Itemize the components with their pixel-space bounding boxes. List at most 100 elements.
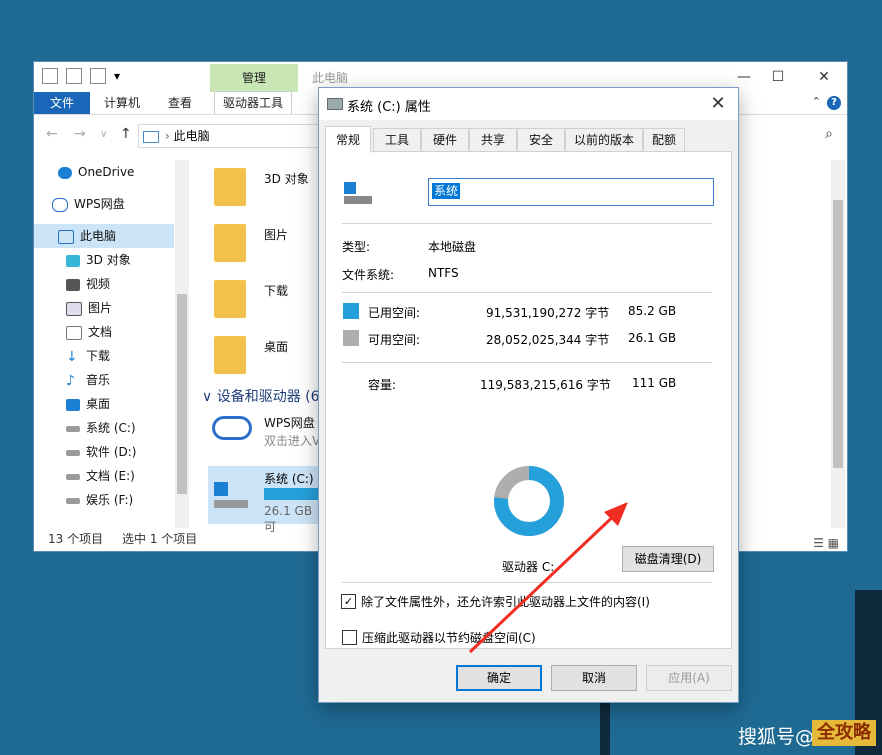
drive-c-usage-bar	[264, 488, 324, 500]
sidebar-item-label: 系统 (C:)	[86, 421, 136, 435]
disk-cleanup-button[interactable]: 磁盘清理(D)	[622, 546, 714, 572]
back-arrow-icon[interactable]: ←	[46, 126, 58, 142]
divider	[342, 582, 712, 583]
drive-c-name: 系统 (C:)	[264, 472, 314, 486]
drive-letter-label: 驱动器 C:	[502, 560, 555, 574]
tab-quota[interactable]: 配额	[643, 128, 685, 151]
compress-label[interactable]: 压缩此驱动器以节约磁盘空间(C)	[362, 629, 536, 646]
drive-icon	[214, 500, 248, 508]
content-scrollbar[interactable]	[831, 160, 845, 528]
sidebar-item-onedrive[interactable]: OneDrive	[34, 160, 198, 184]
cancel-button[interactable]: 取消	[551, 665, 637, 691]
forward-arrow-icon[interactable]: →	[74, 126, 86, 142]
file-list: 3D 对象 图片 下载 桌面 ∨ 设备和驱动器 (6 WPS网盘 双击进入V 系…	[194, 160, 324, 534]
capacity-label: 容量:	[368, 378, 397, 392]
disk-usage-donut	[494, 466, 564, 536]
sidebar-item-label: 3D 对象	[86, 253, 131, 267]
chevron-up-icon[interactable]: ⌃	[812, 95, 821, 108]
scrollbar-thumb[interactable]	[833, 200, 843, 468]
sidebar-item-label: 此电脑	[80, 229, 117, 243]
drive-name-input[interactable]: 系统	[428, 178, 714, 206]
computer-icon	[58, 229, 74, 244]
folder-pictures[interactable]	[214, 224, 246, 262]
address-bar[interactable]: › 此电脑	[138, 124, 320, 148]
wps-cloud-icon	[52, 197, 68, 212]
divider	[342, 362, 712, 363]
scrollbar-thumb[interactable]	[177, 294, 187, 494]
used-space-label: 已用空间:	[368, 306, 421, 320]
search-icon[interactable]: ⌕	[825, 126, 833, 142]
group-header-devices[interactable]: ∨ 设备和驱动器 (6	[202, 386, 320, 406]
tab-sharing[interactable]: 共享	[469, 128, 517, 151]
dialog-title: 系统 (C:) 属性	[347, 100, 431, 115]
selected-count: 选中 1 个项目	[122, 532, 198, 546]
used-space-swatch	[343, 303, 359, 319]
capacity-bytes: 119,583,215,616 字节	[480, 378, 611, 392]
tab-previous-versions[interactable]: 以前的版本	[565, 128, 643, 151]
chevron-down-icon[interactable]: ▾	[114, 69, 122, 83]
filesystem-label: 文件系统:	[342, 268, 395, 282]
folder-3d-objects[interactable]	[214, 168, 246, 206]
drive-properties-dialog: 系统 (C:) 属性 ✕ 常规 工具 硬件 共享 安全 以前的版本 配额 系统 …	[319, 88, 738, 702]
index-checkbox[interactable]: ✓	[341, 594, 356, 609]
up-arrow-icon[interactable]: ↑	[120, 126, 132, 142]
new-folder-icon[interactable]	[90, 68, 106, 84]
sidebar-item-wps[interactable]: WPS网盘	[34, 192, 192, 216]
navigation-pane: OneDrive WPS网盘 此电脑 3D 对象 视频 图片 文档 ↓ 下载 ♪ 音…	[34, 160, 174, 528]
properties-icon[interactable]	[66, 68, 82, 84]
breadcrumb-chevron-icon: ›	[165, 129, 170, 143]
sidebar-item-label: 桌面	[86, 397, 111, 411]
drive-icon	[66, 449, 80, 456]
maximize-button[interactable]: ☐	[758, 64, 798, 90]
close-button[interactable]: ✕	[804, 64, 844, 90]
sidebar-item-this-pc[interactable]: 此电脑	[34, 224, 174, 248]
chevron-down-icon[interactable]: ∨	[100, 129, 107, 140]
sidebar-scrollbar[interactable]	[175, 160, 189, 528]
free-space-bytes: 28,052,025,344 字节	[486, 333, 610, 347]
general-tab-panel: 系统 类型: 本地磁盘 文件系统: NTFS 已用空间: 91,531,190,…	[325, 151, 732, 649]
quick-access-toolbar: ▾	[42, 68, 130, 86]
dialog-titlebar: 系统 (C:) 属性 ✕	[319, 88, 738, 120]
sidebar-item-label: 下载	[86, 349, 111, 363]
help-icon[interactable]: ?	[827, 96, 841, 110]
sidebar-item-label: 软件 (D:)	[86, 445, 137, 459]
cube-icon	[66, 254, 80, 267]
breadcrumb: 此电脑	[173, 129, 210, 143]
apply-button[interactable]: 应用(A)	[646, 665, 732, 691]
folder-desktop[interactable]	[214, 336, 246, 374]
sidebar-item-label: 娱乐 (F:)	[86, 493, 134, 507]
view-toggle-icon[interactable]: ☰ ▦	[813, 532, 839, 554]
type-value: 本地磁盘	[428, 240, 477, 254]
tab-hardware[interactable]: 硬件	[421, 128, 469, 151]
close-icon[interactable]: ✕	[704, 92, 732, 116]
ok-button[interactable]: 确定	[456, 665, 542, 691]
video-icon	[66, 278, 80, 291]
computer-icon[interactable]	[42, 68, 58, 84]
drive-name-value: 系统	[432, 183, 461, 199]
tab-file[interactable]: 文件	[34, 92, 90, 114]
index-label[interactable]: 除了文件属性外，还允许索引此驱动器上文件的内容(I)	[361, 593, 650, 610]
tab-drive-tools[interactable]: 驱动器工具	[214, 91, 293, 114]
sidebar-item-label: OneDrive	[78, 165, 135, 179]
cloud-icon	[58, 166, 72, 179]
tab-view[interactable]: 查看	[168, 92, 192, 114]
free-space-gb: 26.1 GB	[628, 331, 677, 345]
sidebar-item-label: 文档 (E:)	[86, 469, 135, 483]
drive-c-tile[interactable]: 系统 (C:) 26.1 GB 可	[208, 466, 324, 534]
ribbon-context-manage[interactable]: 管理	[210, 64, 298, 92]
watermark-logo: 全攻略	[812, 720, 876, 746]
tab-computer[interactable]: 计算机	[104, 92, 140, 114]
windows-logo-icon	[214, 482, 228, 496]
tab-tools[interactable]: 工具	[373, 128, 421, 151]
drive-icon	[66, 473, 80, 480]
tab-general[interactable]: 常规	[325, 126, 371, 153]
free-space-swatch	[343, 330, 359, 346]
wps-drive-subtext: 双击进入V	[264, 434, 321, 448]
compress-checkbox[interactable]	[342, 630, 357, 645]
music-icon: ♪	[66, 372, 75, 389]
wps-drive-name[interactable]: WPS网盘	[264, 414, 315, 431]
tab-security[interactable]: 安全	[517, 128, 565, 151]
picture-icon	[66, 301, 82, 316]
filesystem-value: NTFS	[428, 266, 459, 280]
folder-downloads[interactable]	[214, 280, 246, 318]
